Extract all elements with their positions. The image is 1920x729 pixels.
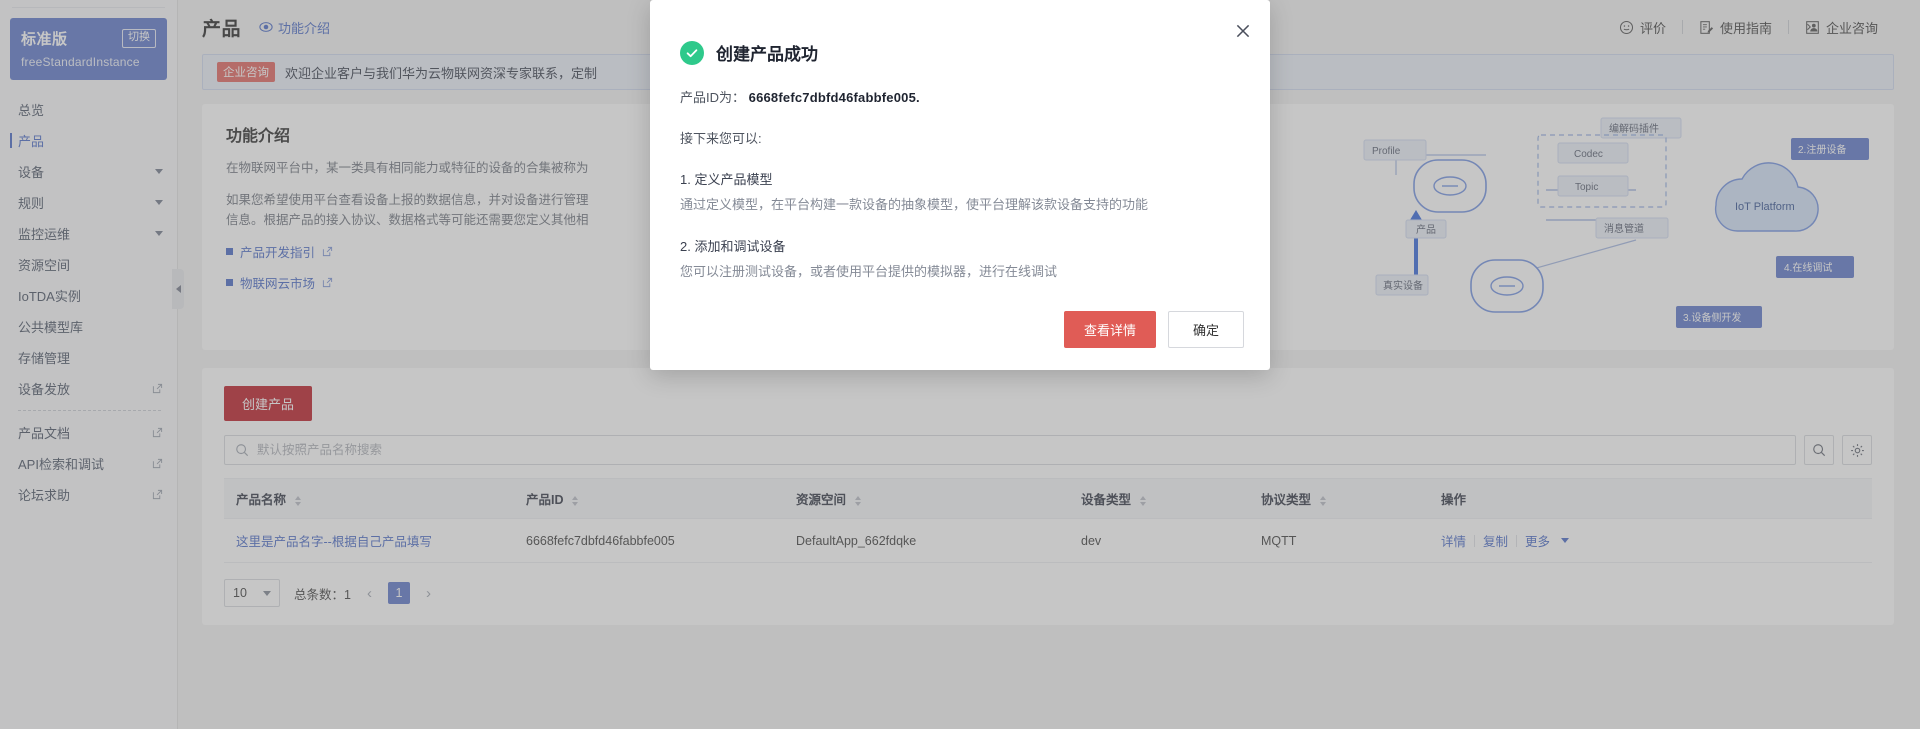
modal-layer: 创建产品成功 产品ID为： 6668fefc7dbfd46fabbfe005. … xyxy=(0,0,1920,729)
modal-product-id-value: 6668fefc7dbfd46fabbfe005. xyxy=(748,90,920,105)
modal-step-1-title: 1. 定义产品模型 xyxy=(680,172,773,187)
check-circle-icon xyxy=(680,40,704,65)
modal-product-id-line: 产品ID为： 6668fefc7dbfd46fabbfe005. xyxy=(680,87,1244,106)
confirm-button[interactable]: 确定 xyxy=(1167,311,1244,348)
modal-step-2: 2. 添加和调试设备 您可以注册测试设备，或者使用平台提供的模拟器，进行在线调试 xyxy=(680,236,1244,281)
modal-step-2-title: 2. 添加和调试设备 xyxy=(680,239,786,254)
modal-title: 创建产品成功 xyxy=(716,45,818,64)
modal-next-steps-label: 接下来您可以: xyxy=(680,131,762,146)
close-icon[interactable] xyxy=(1234,22,1252,40)
page-root: 标准版 切换 freeStandardInstance 总览 产品 设备 规则 … xyxy=(0,0,1920,729)
modal-header: 创建产品成功 xyxy=(680,40,1244,65)
modal-step-2-desc: 您可以注册测试设备，或者使用平台提供的模拟器，进行在线调试 xyxy=(680,264,1058,279)
success-modal: 创建产品成功 产品ID为： 6668fefc7dbfd46fabbfe005. … xyxy=(650,0,1270,370)
modal-actions: 查看详情 确定 xyxy=(680,311,1244,348)
modal-step-1-desc: 通过定义模型，在平台构建一款设备的抽象模型，使平台理解该款设备支持的功能 xyxy=(680,197,1149,212)
modal-product-id-label: 产品ID为： xyxy=(680,90,746,105)
view-details-button[interactable]: 查看详情 xyxy=(1063,311,1156,348)
modal-step-1: 1. 定义产品模型 通过定义模型，在平台构建一款设备的抽象模型，使平台理解该款设… xyxy=(680,169,1244,214)
